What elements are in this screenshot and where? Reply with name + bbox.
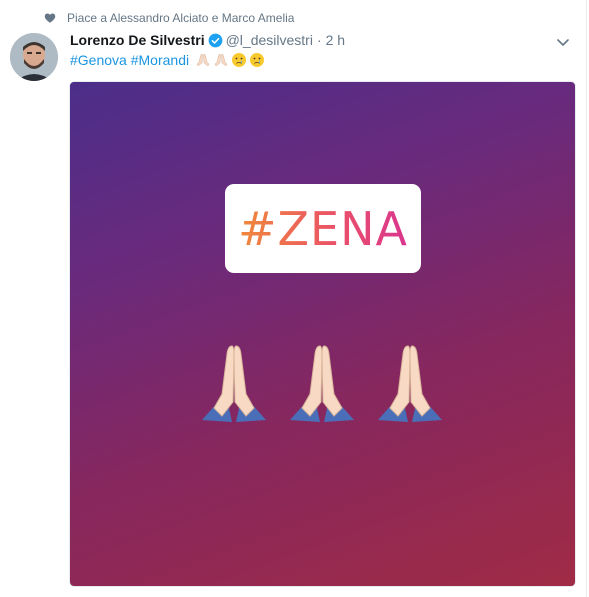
hashtag-sticker: #ZENA: [225, 184, 421, 273]
hashtag-sticker-text: #ZENA: [238, 201, 408, 256]
tweet-media-image[interactable]: #ZENA: [69, 81, 576, 587]
hashtag-link[interactable]: #Morandi: [131, 50, 189, 70]
separator-dot: ·: [316, 32, 322, 48]
avatar[interactable]: [10, 33, 58, 81]
author-fullname[interactable]: Lorenzo De Silvestri: [70, 32, 205, 48]
tweet-text: #Genova #Morandi: [70, 50, 265, 70]
crying-face-icon: [231, 53, 246, 67]
chevron-down-icon[interactable]: [555, 34, 571, 50]
author-username[interactable]: @l_desilvestri: [226, 32, 313, 48]
verified-badge-icon: [208, 33, 222, 47]
heart-icon: [44, 13, 56, 23]
folded-hands-icon: [202, 345, 266, 422]
folded-hands-icon: [196, 53, 210, 67]
folded-hands-icon: [214, 53, 228, 67]
social-context: Piace a Alessandro Alciato e Marco Ameli…: [44, 10, 294, 26]
folded-hands-icon: [290, 345, 354, 422]
tweet[interactable]: Piace a Alessandro Alciato e Marco Ameli…: [0, 0, 587, 597]
avatar-image: [10, 33, 58, 81]
hashtag-link[interactable]: #Genova: [70, 50, 127, 70]
social-context-text: Piace a Alessandro Alciato e Marco Ameli…: [67, 11, 295, 25]
tweet-timestamp[interactable]: 2 h: [326, 32, 345, 48]
crying-face-icon: [249, 53, 264, 67]
folded-hands-row: [202, 345, 442, 422]
tweet-header: Lorenzo De Silvestri @l_desilvestri · 2 …: [70, 31, 345, 49]
folded-hands-icon: [378, 345, 442, 422]
